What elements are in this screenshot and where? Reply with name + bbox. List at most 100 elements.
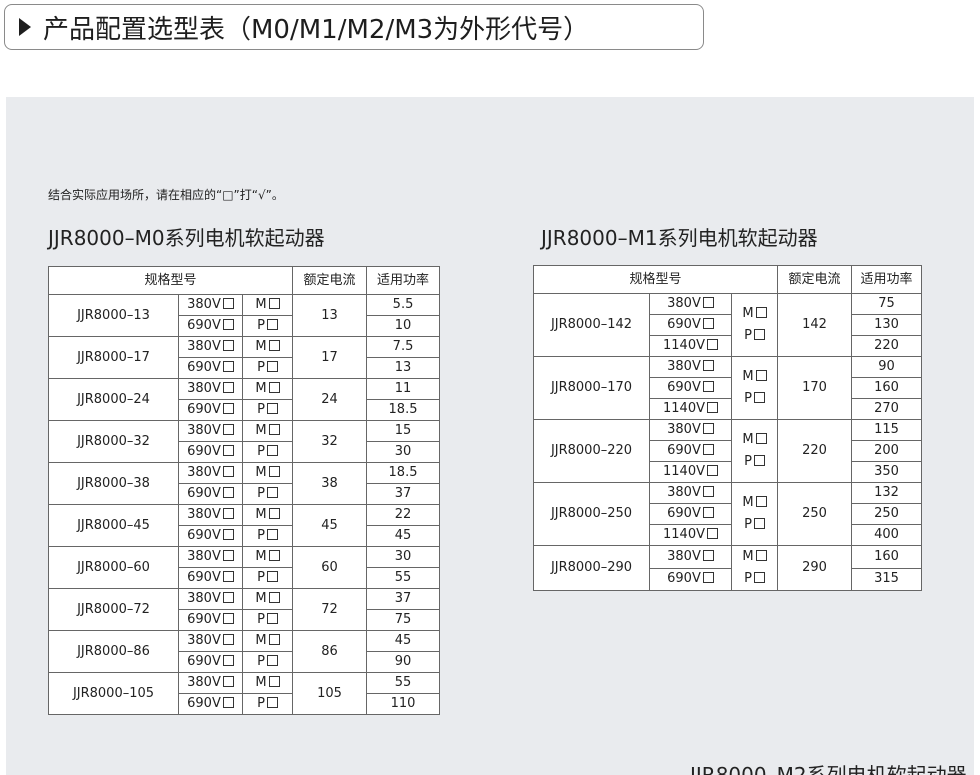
checkbox-icon[interactable] <box>702 507 714 518</box>
checkbox-icon[interactable] <box>222 508 234 519</box>
checkbox-icon[interactable] <box>266 319 278 330</box>
mode-option[interactable]: P <box>241 399 294 421</box>
mode-option[interactable]: M <box>241 588 294 610</box>
voltage-option[interactable]: 380V <box>649 293 732 315</box>
checkbox-icon[interactable] <box>702 486 714 497</box>
checkbox-icon[interactable] <box>702 549 714 561</box>
checkbox-icon[interactable] <box>753 392 765 403</box>
checkbox-icon[interactable] <box>222 487 234 498</box>
checkbox-icon[interactable] <box>266 571 278 582</box>
checkbox-icon[interactable] <box>266 655 278 666</box>
checkbox-icon[interactable] <box>266 403 278 414</box>
mode-option-group[interactable]: MP <box>730 482 779 546</box>
voltage-option[interactable]: 690V <box>178 651 243 673</box>
mode-option[interactable]: P <box>241 651 294 673</box>
voltage-option[interactable]: 690V <box>178 693 243 715</box>
voltage-option[interactable]: 1140V <box>649 335 732 357</box>
voltage-option[interactable]: 380V <box>178 588 243 610</box>
checkbox-icon[interactable] <box>222 466 234 477</box>
mode-option[interactable]: M <box>241 504 294 526</box>
checkbox-icon[interactable] <box>755 307 767 318</box>
voltage-option[interactable]: 690V <box>649 503 732 525</box>
voltage-option[interactable]: 380V <box>178 462 243 484</box>
checkbox-icon[interactable] <box>222 676 234 687</box>
checkbox-icon[interactable] <box>755 496 767 507</box>
voltage-option[interactable]: 690V <box>649 314 732 336</box>
voltage-option[interactable]: 380V <box>178 336 243 358</box>
checkbox-icon[interactable] <box>222 424 234 435</box>
mode-option[interactable]: M <box>241 546 294 568</box>
checkbox-icon[interactable] <box>702 318 714 329</box>
checkbox-icon[interactable] <box>222 445 234 456</box>
voltage-option[interactable]: 380V <box>178 504 243 526</box>
checkbox-icon[interactable] <box>266 613 278 624</box>
checkbox-icon[interactable] <box>222 655 234 666</box>
checkbox-icon[interactable] <box>702 297 714 308</box>
mode-option[interactable]: P <box>241 315 294 337</box>
mode-option[interactable]: P <box>241 525 294 547</box>
mode-option[interactable]: M <box>241 672 294 694</box>
voltage-option[interactable]: 380V <box>649 545 732 569</box>
checkbox-icon[interactable] <box>702 423 714 434</box>
checkbox-icon[interactable] <box>753 518 765 529</box>
voltage-option[interactable]: 380V <box>178 378 243 400</box>
checkbox-icon[interactable] <box>266 529 278 540</box>
checkbox-icon[interactable] <box>222 403 234 414</box>
checkbox-icon[interactable] <box>266 445 278 456</box>
voltage-option[interactable]: 690V <box>178 609 243 631</box>
voltage-option[interactable]: 380V <box>649 419 732 441</box>
mode-option-group[interactable]: MP <box>730 419 779 483</box>
voltage-option[interactable]: 1140V <box>649 398 732 420</box>
checkbox-icon[interactable] <box>755 550 767 561</box>
voltage-option[interactable]: 690V <box>178 567 243 589</box>
checkbox-icon[interactable] <box>222 592 234 603</box>
checkbox-icon[interactable] <box>222 340 234 351</box>
mode-option[interactable]: M <box>241 378 294 400</box>
checkbox-icon[interactable] <box>266 487 278 498</box>
checkbox-icon[interactable] <box>222 319 234 330</box>
mode-option[interactable]: P <box>241 567 294 589</box>
mode-option[interactable]: M <box>241 462 294 484</box>
voltage-option[interactable]: 1140V <box>649 524 732 546</box>
voltage-option[interactable]: 380V <box>649 356 732 378</box>
checkbox-icon[interactable] <box>268 298 280 309</box>
checkbox-icon[interactable] <box>268 634 280 645</box>
mode-option[interactable]: P <box>241 357 294 379</box>
mode-option[interactable]: M <box>241 420 294 442</box>
checkbox-icon[interactable] <box>702 360 714 371</box>
checkbox-icon[interactable] <box>222 571 234 582</box>
checkbox-icon[interactable] <box>222 697 234 708</box>
voltage-option[interactable]: 690V <box>649 440 732 462</box>
voltage-option[interactable]: 690V <box>178 315 243 337</box>
mode-option-group[interactable]: MP <box>730 545 779 591</box>
voltage-option[interactable]: 380V <box>178 546 243 568</box>
voltage-option[interactable]: 690V <box>178 483 243 505</box>
mode-option-group[interactable]: MP <box>730 293 779 357</box>
voltage-option[interactable]: 1140V <box>649 461 732 483</box>
checkbox-icon[interactable] <box>753 329 765 340</box>
voltage-option[interactable]: 690V <box>649 567 732 591</box>
voltage-option[interactable]: 380V <box>178 294 243 316</box>
voltage-option[interactable]: 690V <box>178 399 243 421</box>
checkbox-icon[interactable] <box>266 361 278 372</box>
checkbox-icon[interactable] <box>268 340 280 351</box>
checkbox-icon[interactable] <box>702 444 714 455</box>
checkbox-icon[interactable] <box>702 381 714 392</box>
checkbox-icon[interactable] <box>268 382 280 393</box>
voltage-option[interactable]: 380V <box>178 672 243 694</box>
checkbox-icon[interactable] <box>702 572 714 584</box>
checkbox-icon[interactable] <box>268 508 280 519</box>
checkbox-icon[interactable] <box>222 529 234 540</box>
checkbox-icon[interactable] <box>222 613 234 624</box>
mode-option[interactable]: P <box>241 483 294 505</box>
checkbox-icon[interactable] <box>222 361 234 372</box>
checkbox-icon[interactable] <box>222 382 234 393</box>
checkbox-icon[interactable] <box>755 370 767 381</box>
checkbox-icon[interactable] <box>222 550 234 561</box>
voltage-option[interactable]: 380V <box>178 420 243 442</box>
checkbox-icon[interactable] <box>222 634 234 645</box>
mode-option[interactable]: M <box>241 630 294 652</box>
checkbox-icon[interactable] <box>268 550 280 561</box>
checkbox-icon[interactable] <box>706 528 718 539</box>
checkbox-icon[interactable] <box>222 298 234 309</box>
